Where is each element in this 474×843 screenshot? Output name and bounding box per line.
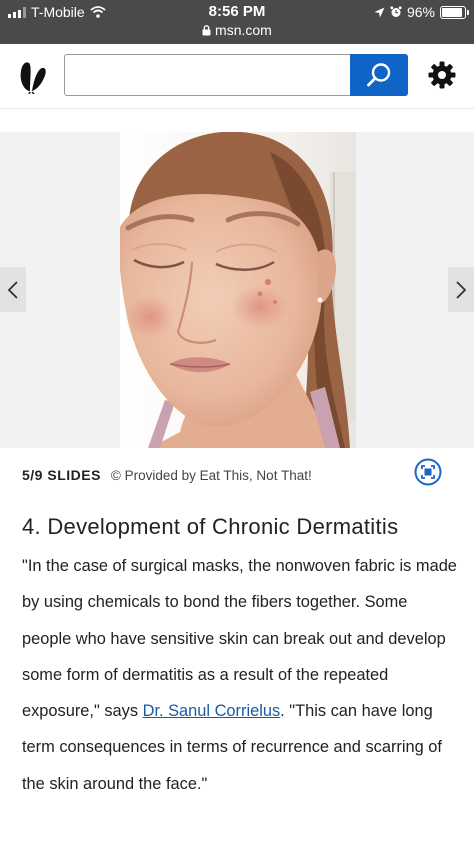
slide-title: 4. Development of Chronic Dermatitis [22, 514, 399, 539]
search-input[interactable] [65, 55, 367, 95]
lock-icon [202, 25, 211, 36]
gear-icon[interactable] [428, 61, 456, 89]
body-text-part-1: "In the case of surgical masks, the nonw… [22, 557, 457, 721]
msn-header [0, 44, 474, 109]
url-text: msn.com [215, 22, 272, 38]
search-box [64, 54, 408, 96]
status-icons: 96% [374, 4, 469, 20]
alarm-clock-icon [390, 6, 402, 17]
next-slide-button[interactable] [448, 267, 474, 312]
status-bar: T-Mobile 8:56 PM msn.com 96% [0, 0, 474, 44]
chevron-left-icon [7, 280, 18, 299]
author-link[interactable]: Dr. Sanul Corrielus [143, 702, 281, 720]
slide-body: "In the case of surgical masks, the nonw… [22, 548, 460, 802]
face-photo-illustration [120, 132, 356, 448]
search-button[interactable] [350, 54, 408, 96]
url-display[interactable]: msn.com [0, 22, 474, 38]
slideshow [0, 132, 474, 448]
slide-meta: 5/9 SLIDES © Provided by Eat This, Not T… [22, 461, 452, 489]
previous-slide-button[interactable] [0, 267, 26, 312]
slide-photo[interactable] [120, 132, 356, 448]
battery-icon [440, 5, 469, 19]
battery-percent: 96% [406, 4, 435, 20]
image-credit: © Provided by Eat This, Not That! [110, 467, 312, 483]
location-arrow-icon [374, 7, 385, 17]
fullscreen-icon[interactable] [414, 458, 442, 486]
slide-counter: 5/9 SLIDES [22, 467, 101, 483]
chevron-right-icon [456, 280, 467, 299]
msn-butterfly-logo-icon[interactable] [16, 58, 48, 94]
search-icon [367, 63, 391, 87]
